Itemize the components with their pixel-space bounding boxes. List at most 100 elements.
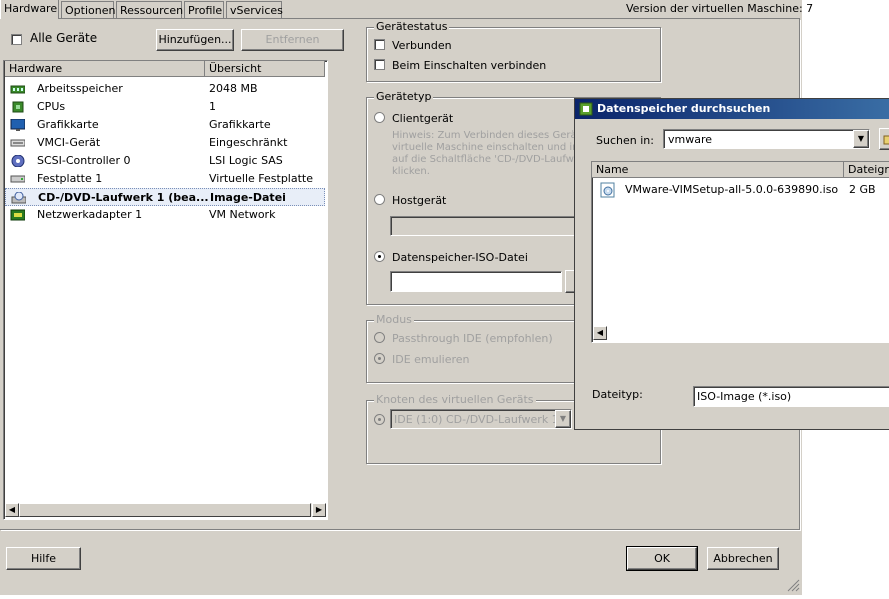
monitor-icon — [10, 119, 25, 131]
iso-path-input[interactable] — [390, 271, 562, 292]
search-in-select[interactable]: vmware ▼ — [663, 129, 870, 149]
emulate-ide-radio[interactable] — [374, 353, 385, 364]
virtual-node-radio[interactable] — [374, 414, 385, 425]
network-icon — [10, 209, 25, 221]
filetype-value: ISO-Image (*.iso) — [697, 390, 792, 403]
memory-icon — [10, 85, 25, 94]
connected-checkbox[interactable] — [374, 39, 385, 50]
scroll-left-icon[interactable]: ◀ — [593, 326, 607, 340]
hardware-name: SCSI-Controller 0 — [37, 154, 131, 167]
hardware-name: VMCI-Gerät — [37, 136, 101, 149]
device-status-group: Gerätestatus — [366, 20, 661, 82]
horizontal-scrollbar[interactable]: ◀ ▶ — [5, 503, 326, 517]
hint-line: virtuelle Maschine einschalten und in d — [392, 142, 589, 153]
host-device-select[interactable] — [390, 216, 590, 236]
file-size: 2 GB — [849, 183, 876, 196]
file-name: VMware-VIMSetup-all-5.0.0-639890.iso — [625, 183, 839, 196]
ok-button[interactable]: OK — [626, 546, 698, 571]
connect-at-power-on-label: Beim Einschalten verbinden — [392, 59, 547, 72]
virtual-node-select[interactable]: IDE (1:0) CD-/DVD-Laufwerk 1 ▼ — [390, 409, 572, 429]
hardware-summary: 1 — [209, 100, 216, 113]
all-devices-checkbox[interactable] — [11, 34, 22, 45]
virtual-node-value: IDE (1:0) CD-/DVD-Laufwerk 1 — [394, 413, 559, 426]
col-header-name[interactable]: Name — [592, 162, 844, 178]
hardware-row[interactable]: Arbeitsspeicher 2048 MB — [5, 80, 325, 98]
device-status-title: Gerätestatus — [374, 20, 450, 33]
remove-button[interactable]: Entfernen — [241, 29, 344, 51]
hardware-row[interactable]: SCSI-Controller 0 LSI Logic SAS — [5, 152, 325, 170]
cancel-button[interactable]: Abbrechen — [707, 547, 779, 570]
host-device-label: Hostgerät — [392, 194, 447, 207]
scsi-icon — [11, 155, 25, 167]
file-row[interactable]: VMware-VIMSetup-all-5.0.0-639890.iso 2 G… — [598, 182, 889, 198]
tab-profiles[interactable]: Profile — [184, 1, 224, 18]
emulate-ide-label: IDE emulieren — [392, 353, 470, 366]
add-button[interactable]: Hinzufügen... — [156, 29, 234, 51]
vsphere-logo-icon — [579, 102, 593, 116]
vmci-icon — [10, 139, 25, 147]
hardware-name: Netzwerkadapter 1 — [37, 208, 143, 221]
iso-file-icon — [600, 182, 615, 198]
hardware-summary: Image-Datei — [210, 191, 286, 204]
tab-label: Optionen — [65, 4, 116, 17]
client-device-radio[interactable] — [374, 112, 385, 123]
search-in-label: Suchen in: — [596, 134, 654, 147]
cpu-icon — [12, 101, 24, 113]
client-device-label: Clientgerät — [392, 112, 454, 125]
search-in-value: vmware — [668, 133, 713, 146]
dialog-title: Datenspeicher durchsuchen — [597, 102, 771, 115]
col-header-size[interactable]: Dateigrö — [844, 162, 889, 178]
browse-datastore-dialog: Datenspeicher durchsuchen Suchen in: vmw… — [574, 98, 889, 430]
folder-up-icon[interactable] — [879, 128, 889, 150]
hardware-row[interactable]: Netzwerkadapter 1 VM Network — [5, 206, 325, 224]
hardware-row[interactable]: Grafikkarte Grafikkarte — [5, 116, 325, 134]
hint-line: klicken. — [392, 166, 430, 177]
hardware-summary: Virtuelle Festplatte — [209, 172, 314, 185]
scrollbar-thumb[interactable] — [19, 503, 311, 517]
tab-label: vServices — [230, 4, 283, 17]
hardware-name: Grafikkarte — [37, 118, 99, 131]
resize-grip-icon[interactable] — [786, 578, 800, 592]
mode-title: Modus — [374, 313, 414, 326]
hardware-row[interactable]: Festplatte 1 Virtuelle Festplatte — [5, 170, 325, 188]
cdrom-icon — [11, 192, 26, 204]
hint-line: Hinweis: Zum Verbinden dieses Geräts — [392, 130, 586, 141]
hardware-name: CPUs — [37, 100, 66, 113]
connect-at-power-on-checkbox[interactable] — [374, 59, 385, 70]
tab-label: Hardware — [4, 2, 58, 15]
chevron-down-icon[interactable]: ▼ — [853, 130, 869, 148]
all-devices-label: Alle Geräte — [30, 31, 98, 45]
passthrough-label: Passthrough IDE (empfohlen) — [392, 332, 553, 345]
dialog-titlebar[interactable]: Datenspeicher durchsuchen — [575, 99, 889, 119]
device-type-title: Gerätetyp — [374, 90, 434, 103]
connected-label: Verbunden — [392, 39, 452, 52]
host-device-radio[interactable] — [374, 194, 385, 205]
tab-label: Profile — [188, 4, 223, 17]
tab-options[interactable]: Optionen — [61, 1, 116, 18]
hardware-row[interactable]: CPUs 1 — [5, 98, 325, 116]
hardware-summary: VM Network — [209, 208, 276, 221]
filetype-label: Dateityp: — [592, 388, 643, 401]
hardware-row[interactable]: CD-/DVD-Laufwerk 1 (bea... Image-Datei — [5, 188, 325, 206]
chevron-down-icon[interactable]: ▼ — [555, 410, 571, 428]
virtual-node-title: Knoten des virtuellen Geräts — [374, 393, 536, 406]
tab-label: Ressourcen — [120, 4, 184, 17]
hardware-summary: Eingeschränkt — [209, 136, 288, 149]
hardware-name: CD-/DVD-Laufwerk 1 (bea... — [38, 191, 209, 204]
scroll-left-icon[interactable]: ◀ — [5, 503, 19, 517]
hardware-name: Festplatte 1 — [37, 172, 103, 185]
hint-line: auf die Schaltfläche 'CD-/DVD-Laufwe — [392, 154, 581, 165]
tab-vservices[interactable]: vServices — [226, 1, 283, 18]
file-list: Name Dateigrö VMware-VIMSetup-all-5.0.0-… — [591, 161, 889, 343]
col-header-hardware[interactable]: Hardware — [5, 61, 205, 77]
tab-resources[interactable]: Ressourcen — [116, 1, 184, 18]
col-header-summary[interactable]: Übersicht — [205, 61, 325, 77]
scroll-right-icon[interactable]: ▶ — [312, 503, 326, 517]
passthrough-radio[interactable] — [374, 332, 385, 343]
hardware-name: Arbeitsspeicher — [37, 82, 123, 95]
filetype-select[interactable]: ISO-Image (*.iso) — [693, 386, 889, 407]
datastore-iso-radio[interactable] — [374, 251, 385, 262]
help-button[interactable]: Hilfe — [6, 547, 81, 570]
hardware-row[interactable]: VMCI-Gerät Eingeschränkt — [5, 134, 325, 152]
tab-hardware[interactable]: Hardware — [0, 0, 59, 19]
